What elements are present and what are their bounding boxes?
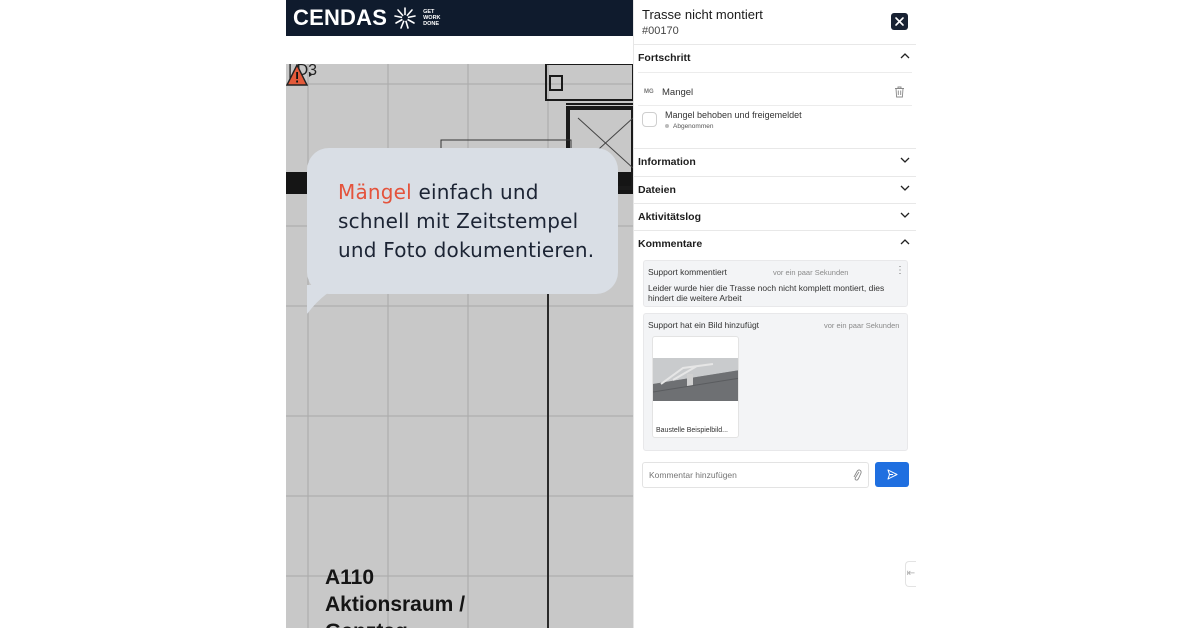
defect-type-label: Mangel [662,87,694,98]
send-icon [887,469,898,480]
comment-author: Support hat ein Bild hinzufügt [648,320,760,330]
sunburst-icon [394,7,416,29]
section-kommentare[interactable]: Kommentare [634,230,916,258]
resolved-checkbox[interactable] [642,112,657,127]
chevron-up-icon [900,239,910,245]
comment-author: Support kommentiert [648,267,727,277]
divider [638,105,912,106]
brand-tagline: GET WORK DONE [423,9,441,27]
comment-input[interactable] [642,462,869,488]
image-attachment[interactable]: Baustelle Beispielbild... [652,336,739,438]
paperclip-icon[interactable] [852,469,862,481]
promo-bubble: Mängel einfach und schnell mit Zeitstemp… [307,148,618,294]
section-dateien[interactable]: Dateien [634,176,916,204]
comment-time: vor ein paar Sekunden [824,321,900,330]
divider [638,72,912,73]
chevron-down-icon [900,157,910,163]
section-information[interactable]: Information [634,148,916,176]
ticket-number: #00170 [642,25,679,37]
defect-type-badge: MG [644,89,654,95]
resolved-status: Abgenommen [665,123,713,130]
promo-accent-word: Mängel [338,180,412,204]
chevron-up-icon [900,53,910,59]
ticket-detail-panel: Trasse nicht montiert #00170 Fortschritt… [633,0,916,628]
brand-bar: CENDAS GET WORK DONE [286,0,633,36]
section-fortschritt[interactable]: Fortschritt [634,44,916,72]
room-label: A110 Aktionsraum / Ganztag [325,566,466,628]
send-button[interactable] [875,462,909,487]
attachment-caption: Baustelle Beispielbild... [656,427,728,434]
chevron-down-icon [900,185,910,191]
promo-line-1: Mängel einfach und [338,180,539,204]
section-aktivitaetslog[interactable]: Aktivitätslog [634,203,916,231]
brand-logo: CENDAS [293,5,388,30]
panel-header: Trasse nicht montiert #00170 [642,7,763,37]
promo-line-3: und Foto dokumentieren. [338,238,595,262]
attachment-thumbnail [653,358,738,401]
chevron-down-icon [900,212,910,218]
resolved-checkbox-label: Mangel behoben und freigemeldet [665,110,802,120]
promo-line-2: schnell mit Zeitstempel [338,209,579,233]
comment-text: Leider wurde hier die Trasse noch nicht … [648,283,885,303]
collapse-icon: ⇤ [906,568,916,579]
close-button[interactable] [891,13,908,30]
status-dot [665,124,669,129]
trash-icon[interactable] [894,86,905,98]
app-screen: CENDAS GET WORK DONE | D3 A110 Aktionsra… [0,0,1200,628]
collapse-panel-handle[interactable]: ⇤ [905,561,916,587]
comment-time: vor ein paar Sekunden [773,268,849,277]
comment-card: Support kommentiert vor ein paar Sekunde… [643,260,908,307]
ticket-title: Trasse nicht montiert [642,7,763,22]
more-options-icon[interactable]: ⋮ [895,265,905,276]
defect-marker-icon[interactable] [286,64,312,88]
close-icon [895,17,904,26]
comment-card: Support hat ein Bild hinzufügt vor ein p… [643,313,908,451]
